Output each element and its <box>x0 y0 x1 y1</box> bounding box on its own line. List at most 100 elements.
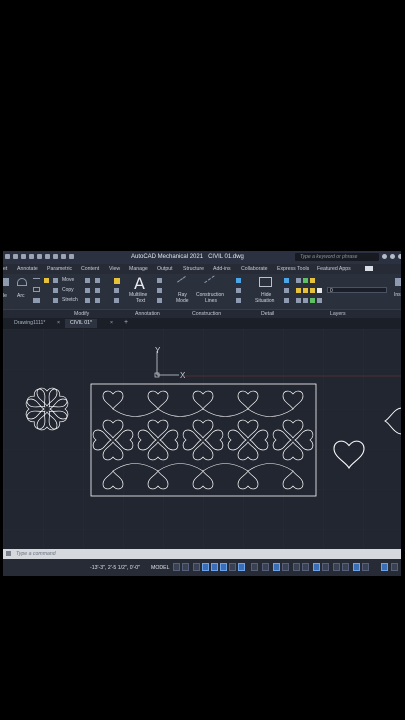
units-icon[interactable] <box>302 563 309 571</box>
layer-delete-icon[interactable] <box>317 298 322 303</box>
delete-constr-icon[interactable] <box>236 298 241 303</box>
selection-cycling-icon[interactable] <box>273 563 280 571</box>
grid-toggle-icon[interactable] <box>173 563 180 571</box>
panel-construction[interactable]: Construction <box>192 311 221 317</box>
menu-icon[interactable] <box>391 563 398 571</box>
tab-insert[interactable]: et <box>3 266 7 272</box>
point-constr-icon[interactable] <box>236 288 241 293</box>
drawing-canvas[interactable]: Y X <box>3 329 401 549</box>
quick-properties-icon[interactable] <box>313 563 320 571</box>
stretch-icon[interactable] <box>53 298 58 303</box>
erase-icon[interactable] <box>114 298 119 303</box>
layer-state-icon[interactable] <box>284 288 289 293</box>
layer-tool-2-icon[interactable] <box>303 278 308 283</box>
isometric-icon[interactable] <box>229 563 236 571</box>
hardware-acceleration-icon[interactable] <box>342 563 349 571</box>
draw-line-icon[interactable] <box>33 278 40 279</box>
lineweight-icon[interactable] <box>251 563 258 571</box>
panel-layers[interactable]: Layers <box>330 311 346 317</box>
copy-icon[interactable] <box>53 288 58 293</box>
layer-tool-3-icon[interactable] <box>310 278 315 283</box>
undo-icon[interactable] <box>45 254 50 259</box>
new-icon[interactable] <box>5 254 10 259</box>
layer-tool-1-icon[interactable] <box>296 278 301 283</box>
ortho-mode-icon[interactable] <box>211 563 218 571</box>
ribbon-toggle-icon[interactable] <box>365 266 373 271</box>
tab-view[interactable]: View <box>109 266 120 272</box>
command-input[interactable]: Type a command <box>16 551 56 557</box>
layer-walk-icon[interactable] <box>303 298 308 303</box>
ray-icon[interactable] <box>177 276 191 290</box>
trim-icon[interactable] <box>95 278 100 283</box>
snap-mode-icon[interactable] <box>182 563 189 571</box>
line-icon[interactable] <box>3 278 9 286</box>
draw-tool-icon[interactable] <box>44 278 49 283</box>
hatch-icon[interactable] <box>33 298 40 303</box>
save-icon[interactable] <box>21 254 26 259</box>
panel-modify[interactable]: Modify <box>74 311 89 317</box>
stretch-label[interactable]: Stretch <box>62 297 78 303</box>
close-tab-icon[interactable]: × <box>110 320 113 326</box>
situation-label[interactable]: Situation <box>255 298 274 304</box>
hide-situation-icon[interactable] <box>259 277 272 287</box>
copy-label[interactable]: Copy <box>62 287 74 293</box>
clean-screen-icon[interactable] <box>362 563 369 571</box>
tab-add-ins[interactable]: Add-ins <box>213 266 231 272</box>
customization-icon[interactable] <box>381 563 388 571</box>
mirror-icon[interactable] <box>85 288 90 293</box>
layer-dropdown[interactable]: 0 <box>327 287 387 294</box>
transparency-icon[interactable] <box>262 563 269 571</box>
file-tab-drawing1111[interactable]: Drawing1111* <box>9 319 50 328</box>
open-icon[interactable] <box>13 254 18 259</box>
text-label[interactable]: Text <box>136 298 145 304</box>
help-icon[interactable] <box>398 254 401 259</box>
annotation-monitor-icon[interactable] <box>293 563 300 571</box>
construction-lines-icon[interactable] <box>204 275 220 291</box>
tab-structure[interactable]: Structure <box>183 266 204 272</box>
redo-icon[interactable] <box>53 254 58 259</box>
lines-label[interactable]: Lines <box>205 298 217 304</box>
layer-match-icon[interactable] <box>284 298 289 303</box>
layer-properties-icon[interactable] <box>284 278 289 283</box>
layer-color-icon[interactable] <box>317 288 322 293</box>
tab-content[interactable]: Content <box>81 266 99 272</box>
file-tab-civil01[interactable]: CIVIL 01* <box>65 319 98 328</box>
3d-osnap-icon[interactable] <box>282 563 289 571</box>
rotate-icon[interactable] <box>85 278 90 283</box>
multiline-text-icon[interactable]: A <box>134 274 145 293</box>
panel-detail[interactable]: Detail <box>261 311 274 317</box>
table-icon[interactable] <box>157 298 162 303</box>
move-label[interactable]: Move <box>62 277 74 283</box>
polar-tracking-icon[interactable] <box>220 563 227 571</box>
layer-merge-icon[interactable] <box>310 298 315 303</box>
tab-featured-apps[interactable]: Featured Apps <box>317 266 351 272</box>
dynamic-input-icon[interactable] <box>202 563 209 571</box>
arc-icon[interactable] <box>17 278 27 286</box>
move-icon[interactable] <box>53 278 58 283</box>
scale-icon[interactable] <box>85 298 90 303</box>
tab-manage[interactable]: Manage <box>129 266 148 272</box>
tab-express-tools[interactable]: Express Tools <box>277 266 309 272</box>
new-tab-icon[interactable]: + <box>124 319 128 326</box>
close-command-icon[interactable] <box>6 551 11 556</box>
insert-label[interactable]: Ins <box>394 292 401 298</box>
lock-ui-icon[interactable] <box>322 563 329 571</box>
search-input[interactable]: Type a keyword or phrase <box>295 253 379 261</box>
tab-annotate[interactable]: Annotate <box>17 266 38 272</box>
panel-annotation[interactable]: Annotation <box>135 311 160 317</box>
model-space-button[interactable]: MODEL <box>151 565 169 571</box>
print-icon[interactable] <box>37 254 42 259</box>
leader-icon[interactable] <box>157 278 162 283</box>
insert-block-icon[interactable] <box>395 278 401 286</box>
object-snap-tracking-icon[interactable] <box>238 563 245 571</box>
mode-label[interactable]: Mode <box>176 298 189 304</box>
command-line[interactable]: Type a command <box>3 549 401 559</box>
array-icon[interactable] <box>95 298 100 303</box>
isolate-objects-icon[interactable] <box>333 563 340 571</box>
rectangle-icon[interactable] <box>33 287 40 292</box>
user-icon[interactable] <box>390 254 395 259</box>
tab-output[interactable]: Output <box>157 266 173 272</box>
tab-collaborate[interactable]: Collaborate <box>241 266 268 272</box>
workspace-switch-icon[interactable] <box>353 563 360 571</box>
tab-parametric[interactable]: Parametric <box>47 266 72 272</box>
